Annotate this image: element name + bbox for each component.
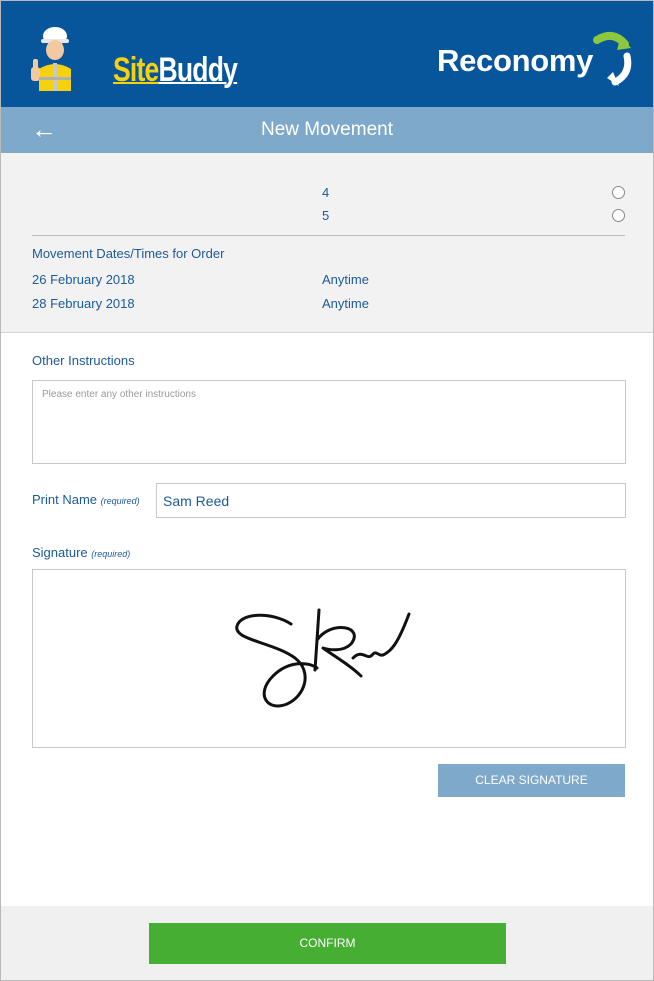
movement-date: 26 February 2018 [32, 272, 135, 287]
required-marker: (required) [91, 549, 131, 559]
movement-date: 28 February 2018 [32, 296, 135, 311]
footer-bar: CONFIRM [1, 906, 653, 980]
other-instructions-label: Other Instructions [32, 353, 135, 368]
signature-label: Signature (required) [32, 545, 130, 560]
signature-label-text: Signature [32, 545, 88, 560]
page-title: New Movement [261, 119, 393, 140]
option-radio-4[interactable] [612, 186, 625, 199]
movement-summary-panel: 4 5 Movement Dates/Times for Order 26 Fe… [1, 153, 653, 333]
movement-time: Anytime [322, 296, 369, 311]
print-name-label-text: Print Name [32, 492, 98, 507]
movement-dates-heading: Movement Dates/Times for Order [32, 246, 225, 261]
back-arrow-icon[interactable]: ← [31, 116, 57, 142]
print-name-input[interactable] [156, 483, 626, 518]
sitebuddy-wordmark-site: Site [113, 51, 159, 89]
print-name-label: Print Name (required) [32, 492, 140, 507]
confirm-button[interactable]: CONFIRM [149, 923, 506, 964]
title-bar: New Movement ← [1, 107, 653, 153]
sitebuddy-logo: SiteBuddy [29, 23, 238, 91]
option-number: 4 [322, 185, 330, 200]
divider [32, 235, 625, 236]
app-frame: SiteBuddy Reconomy New Movement ← 4 5 Mo… [0, 0, 654, 981]
sitebuddy-wordmark-buddy: Buddy [158, 51, 238, 89]
option-number: 5 [322, 208, 330, 223]
signature-pad[interactable] [32, 569, 626, 748]
required-marker: (required) [100, 496, 140, 506]
reconomy-logo-text: Reconomy [437, 43, 594, 78]
app-header: SiteBuddy Reconomy [1, 1, 653, 107]
movement-time: Anytime [322, 272, 369, 287]
other-instructions-input[interactable] [32, 380, 626, 464]
sitebuddy-wordmark: SiteBuddy [113, 51, 238, 90]
handwritten-signature [235, 608, 411, 708]
clear-signature-button[interactable]: CLEAR SIGNATURE [438, 764, 625, 797]
option-radio-5[interactable] [612, 209, 625, 222]
worker-mascot-icon [31, 27, 71, 91]
